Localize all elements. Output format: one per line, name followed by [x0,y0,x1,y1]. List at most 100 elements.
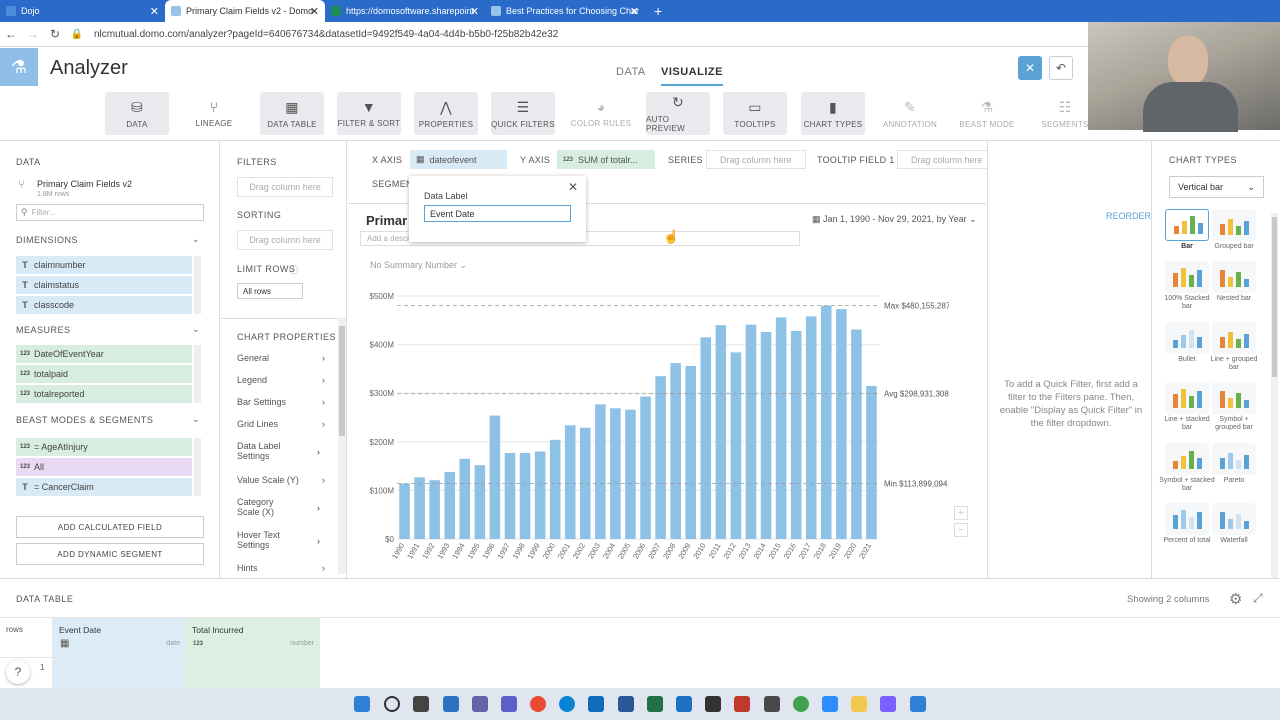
chart-title[interactable]: Primar [366,213,407,228]
toolbar-quick-filters-button[interactable]: ☰ QUICK FILTERS [491,92,555,135]
x-axis-pill[interactable]: ▦ dateofevent [410,150,507,169]
close-tab-icon[interactable]: ✕ [470,5,479,18]
tab-data[interactable]: DATA [616,66,646,78]
column-total-incurred[interactable]: Total Incurred 123 number [186,618,320,689]
segment-field[interactable]: 123 All [16,458,192,476]
chevron-down-icon[interactable]: ⌄ [192,324,200,335]
undo-button[interactable]: ↶ [1049,56,1073,80]
y-axis-pill[interactable]: 123 SUM of totalr... [557,150,655,169]
chart-type-option[interactable] [1165,503,1209,535]
measure-field[interactable]: 123 DateOfEventYear [16,345,192,363]
chart-type-option[interactable] [1212,209,1256,241]
chrome-icon[interactable] [530,696,546,712]
property-general[interactable]: General › [237,353,325,363]
zoom-out-button[interactable]: − [954,523,968,537]
field-filter-input[interactable]: ⚲ Filter... [16,204,204,221]
chart-type-option[interactable] [1165,322,1209,354]
property-data-label-settings[interactable]: Data Label Settings [237,441,297,461]
property-legend[interactable]: Legend › [237,375,325,385]
toolbar-filter-sort-button[interactable]: ▼ FILTER & SORT [337,92,401,135]
gear-icon[interactable]: ⚙ [1229,590,1242,608]
scrollbar-thumb[interactable] [1272,217,1277,377]
toolbar-auto-preview-button[interactable]: ↻ AUTO PREVIEW [646,92,710,135]
sorting-dropzone[interactable]: Drag column here [237,230,333,250]
expand-icon[interactable]: ⤢ [1253,591,1263,606]
limit-rows-select[interactable]: All rows [237,283,303,299]
reorder-link[interactable]: REORDER [1106,211,1151,221]
windows-start-icon[interactable] [354,696,370,712]
column-event-date[interactable]: Event Date ▦ date [52,618,186,689]
forward-icon[interactable]: → [22,27,44,41]
new-tab-button[interactable]: + [648,0,668,22]
property-hover-text[interactable]: Hover Text Settings [237,530,297,550]
zoom-in-button[interactable]: + [954,506,968,520]
vscode-icon[interactable] [676,696,692,712]
dimensions-scrollbar[interactable] [194,256,201,314]
property-hints[interactable]: Hints › [237,563,325,573]
help-button[interactable]: ? [6,660,30,684]
dimension-field[interactable]: Tclaimstatus [16,276,192,294]
chevron-down-icon[interactable]: ⌄ [192,414,200,425]
tab-visualize[interactable]: VISUALIZE [661,66,723,86]
app-icon[interactable] [764,696,780,712]
properties-scrollbar[interactable] [338,318,346,574]
terminal-icon[interactable] [705,696,721,712]
property-bar-settings[interactable]: Bar Settings › [237,397,325,407]
toolbar-data-table-button[interactable]: ▦ DATA TABLE [260,92,324,135]
toolbar-tooltips-button[interactable]: ▭ TOOLTIPS [723,92,787,135]
measure-field[interactable]: 123 totalpaid [16,365,192,383]
scrollbar-thumb[interactable] [339,326,345,436]
zoom-icon[interactable] [822,696,838,712]
browser-tab-best-practices[interactable]: Best Practices for Choosing Char ✕ [485,0,645,22]
outlook-icon[interactable] [588,696,604,712]
search-icon[interactable] [384,696,400,712]
chart-type-select[interactable]: Vertical bar ⌄ [1169,176,1264,198]
url-field[interactable]: nlcmutual.domo.com/analyzer?pageId=64067… [94,29,558,40]
chart-type-option[interactable] [1212,443,1256,475]
chart-type-option[interactable] [1165,382,1209,414]
chart-type-option[interactable] [1212,261,1256,293]
chart-type-option[interactable] [1165,209,1209,241]
beast-mode-field[interactable]: T = CancerClaim [16,478,192,496]
excel-icon[interactable] [647,696,663,712]
reload-icon[interactable]: ↻ [44,27,66,41]
close-tab-icon[interactable]: ✕ [630,5,639,18]
tools-button[interactable]: ✕ [1018,56,1042,80]
add-calculated-field-button[interactable]: ADD CALCULATED FIELD [16,516,204,538]
beast-mode-field[interactable]: 123 = AgeAtInjury [16,438,192,456]
measures-scrollbar[interactable] [194,345,201,403]
task-view-icon[interactable] [413,696,429,712]
chevron-down-icon[interactable]: ⌄ [192,234,200,245]
dataset-name[interactable]: Primary Claim Fields v2 [37,179,132,189]
close-tab-icon[interactable]: ✕ [310,5,319,18]
app-icon[interactable] [880,696,896,712]
chart-type-option[interactable] [1165,443,1209,475]
dimension-field[interactable]: Tclaimnumber [16,256,192,274]
chart-types-scrollbar[interactable] [1271,213,1278,578]
info-icon[interactable]: ⓘ [289,263,298,276]
close-icon[interactable]: ✕ [568,180,578,194]
dimension-field[interactable]: Tclasscode [16,296,192,314]
app-icon[interactable] [910,696,926,712]
browser-tab-analyzer[interactable]: Primary Claim Fields v2 - Domo ✕ [165,0,325,22]
toolbar-properties-button[interactable]: ⋀ PROPERTIES [414,92,478,135]
date-range-selector[interactable]: ▦ Jan 1, 1990 - Nov 29, 2021, by Year ⌄ [812,214,977,225]
data-label-input[interactable]: Event Date [424,205,571,222]
property-category-scale[interactable]: Category Scale (X) [237,497,297,517]
file-explorer-icon[interactable] [851,696,867,712]
teams-icon[interactable] [501,696,517,712]
close-tab-icon[interactable]: ✕ [150,5,159,18]
toolbar-chart-types-button[interactable]: ▮ CHART TYPES [801,92,865,135]
add-dynamic-segment-button[interactable]: ADD DYNAMIC SEGMENT [16,543,204,565]
measure-field[interactable]: 123 totalreported [16,385,192,403]
app-icon[interactable] [734,696,750,712]
chart-type-option[interactable] [1212,382,1256,414]
series-dropzone[interactable]: Drag column here [706,150,806,169]
toolbar-data-button[interactable]: ⛁ DATA [105,92,169,135]
property-value-scale[interactable]: Value Scale (Y) › [237,475,325,485]
summary-number-select[interactable]: No Summary Number ⌄ [370,260,467,271]
property-grid-lines[interactable]: Grid Lines › [237,419,325,429]
toolbar-lineage-button[interactable]: ⑂ LINEAGE [182,92,246,135]
app-icon[interactable] [793,696,809,712]
filter-dropzone[interactable]: Drag column here [237,177,333,197]
